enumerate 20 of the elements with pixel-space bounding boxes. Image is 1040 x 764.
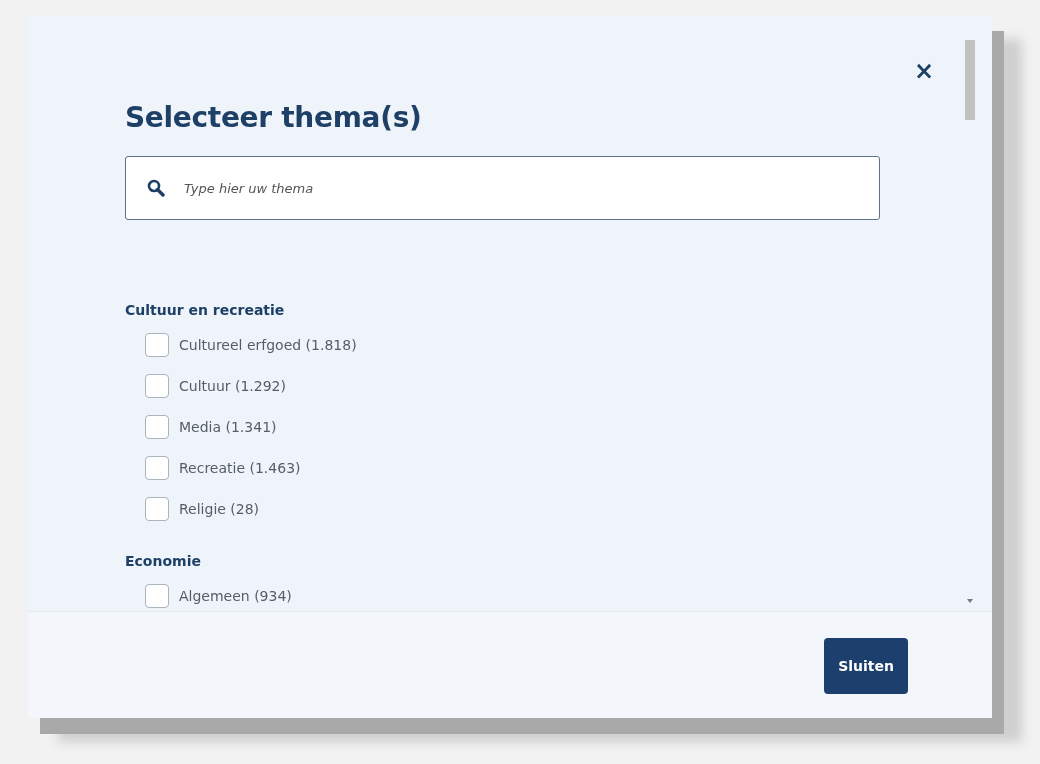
checkbox-label[interactable]: Cultureel erfgoed (1.818) (179, 336, 357, 353)
checkbox[interactable] (145, 373, 169, 398)
checkbox[interactable] (145, 414, 169, 439)
group-heading: Cultuur en recreatie (125, 302, 286, 318)
scroll-down-icon[interactable] (967, 599, 973, 603)
checkbox-label[interactable]: Cultuur (1.292) (179, 377, 286, 394)
group-heading: Economie (125, 553, 202, 569)
close-button[interactable]: × (909, 59, 938, 83)
scrollbar-thumb[interactable] (965, 40, 975, 120)
checkbox-label[interactable]: Media (1.341) (179, 418, 277, 435)
checkbox-label[interactable]: Recreatie (1.463) (179, 459, 301, 476)
search-field[interactable]: Type hier uw thema (125, 156, 880, 220)
checkbox[interactable] (145, 583, 169, 608)
checkbox-label[interactable]: Religie (28) (179, 500, 260, 517)
checkbox[interactable] (145, 455, 169, 480)
checkbox[interactable] (145, 496, 169, 521)
checkbox-label[interactable]: Algemeen (934) (179, 587, 292, 604)
checkbox[interactable] (145, 332, 169, 357)
dialog-title: Selecteer thema(s) (125, 101, 423, 134)
close-dialog-button[interactable]: Sluiten (824, 638, 908, 694)
